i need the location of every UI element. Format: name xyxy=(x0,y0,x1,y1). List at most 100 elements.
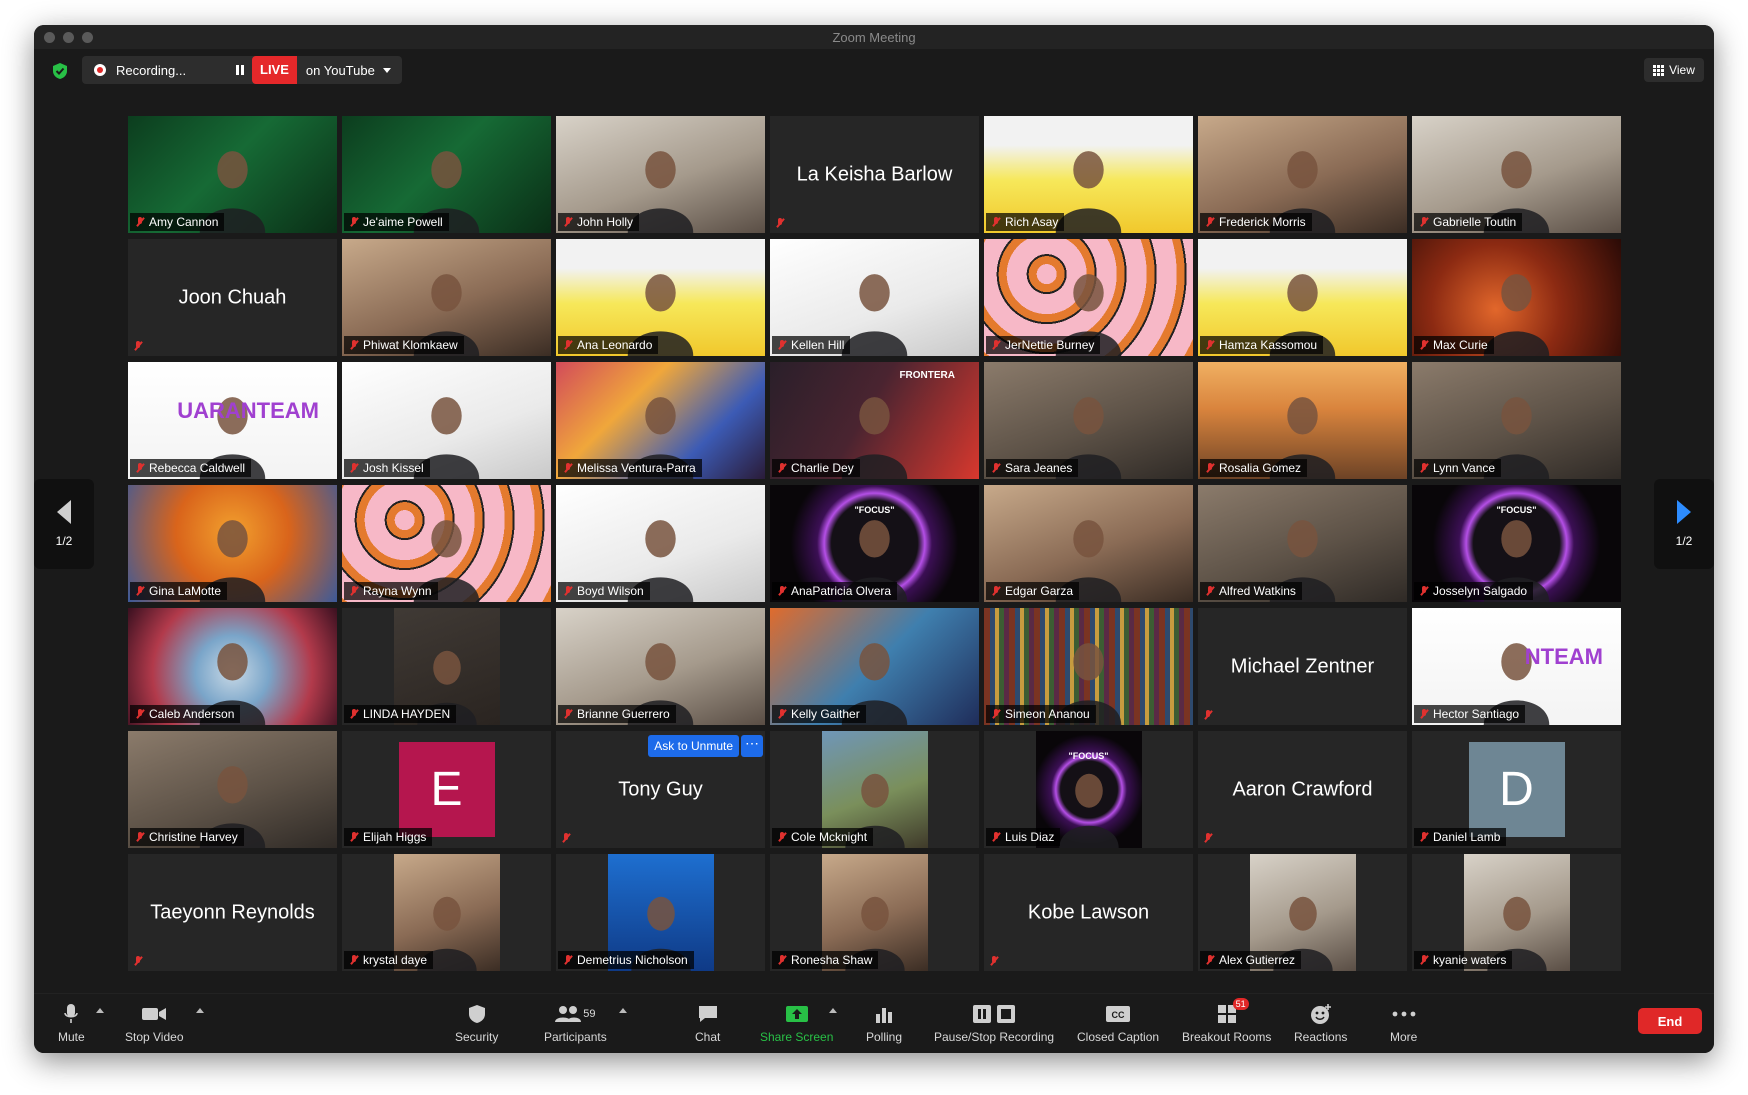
polling-button[interactable]: Polling xyxy=(866,1002,902,1044)
participant-tile[interactable]: Taeyonn Reynolds xyxy=(128,854,337,971)
pause-stop-recording-button[interactable]: Pause/Stop Recording xyxy=(934,1002,1054,1044)
participant-tile[interactable]: E Elijah Higgs xyxy=(342,731,551,848)
audio-options-caret-icon[interactable] xyxy=(96,1008,104,1013)
participant-tile[interactable]: Rayna Wynn xyxy=(342,485,551,602)
participant-tile[interactable]: FRONTERA Charlie Dey xyxy=(770,362,979,479)
participant-tile[interactable]: Alfred Watkins xyxy=(1198,485,1407,602)
share-options-caret-icon[interactable] xyxy=(829,1008,837,1013)
participant-tile[interactable]: Simeon Ananou xyxy=(984,608,1193,725)
participant-tile[interactable]: Frederick Morris xyxy=(1198,116,1407,233)
participant-tile[interactable]: LINDA HAYDEN xyxy=(342,608,551,725)
participant-tile[interactable]: Christine Harvey xyxy=(128,731,337,848)
closed-caption-button[interactable]: CC Closed Caption xyxy=(1077,1002,1159,1044)
background-logo-text: "FOCUS" xyxy=(854,505,895,515)
participant-tile[interactable]: JerNettie Burney xyxy=(984,239,1193,356)
participant-name: Simeon Ananou xyxy=(1005,707,1090,721)
muted-microphone-icon xyxy=(562,708,574,720)
closed-caption-icon: CC xyxy=(1105,1002,1131,1026)
muted-microphone-icon xyxy=(990,831,1002,843)
end-meeting-button[interactable]: End xyxy=(1638,1008,1702,1034)
chevron-down-icon[interactable] xyxy=(382,67,391,73)
video-options-caret-icon[interactable] xyxy=(196,1008,204,1013)
participant-tile[interactable]: Cole Mcknight xyxy=(770,731,979,848)
participant-tile[interactable]: "FOCUS" Luis Diaz xyxy=(984,731,1193,848)
participant-tile[interactable]: Ana Leonardo xyxy=(556,239,765,356)
participant-tile[interactable]: "FOCUS" Josselyn Salgado xyxy=(1412,485,1621,602)
pause-stop-icon xyxy=(971,1002,1017,1026)
microphone-icon xyxy=(63,1002,79,1026)
participant-tile[interactable]: Amy Cannon xyxy=(128,116,337,233)
security-button[interactable]: Security xyxy=(455,1002,498,1044)
minimize-window-button[interactable] xyxy=(63,32,74,43)
participant-more-options-button[interactable]: ⋯ xyxy=(741,735,763,757)
participant-tile[interactable]: Kobe Lawson xyxy=(984,854,1193,971)
participant-tile[interactable]: Edgar Garza xyxy=(984,485,1193,602)
view-button[interactable]: View xyxy=(1644,58,1704,82)
participant-tile[interactable]: Kellen Hill xyxy=(770,239,979,356)
participant-tile[interactable]: Alex Gutierrez xyxy=(1198,854,1407,971)
participant-tile[interactable]: Josh Kissel xyxy=(342,362,551,479)
participant-tile[interactable]: kyanie waters xyxy=(1412,854,1621,971)
participant-name: Rich Asay xyxy=(1005,215,1059,229)
participant-tile[interactable]: Rich Asay xyxy=(984,116,1193,233)
participant-tile[interactable]: Boyd Wilson xyxy=(556,485,765,602)
participant-tile[interactable]: NTEAM Hector Santiago xyxy=(1412,608,1621,725)
muted-microphone-icon xyxy=(776,339,788,351)
participant-nameplate: Hamza Kassomou xyxy=(1200,336,1324,354)
participant-tile[interactable]: Gina LaMotte xyxy=(128,485,337,602)
participant-tile[interactable]: Hamza Kassomou xyxy=(1198,239,1407,356)
participant-tile[interactable]: Caleb Anderson xyxy=(128,608,337,725)
share-screen-label: Share Screen xyxy=(760,1030,834,1044)
close-window-button[interactable] xyxy=(44,32,55,43)
participant-tile[interactable]: Lynn Vance xyxy=(1412,362,1621,479)
participant-tile[interactable]: Rosalia Gomez xyxy=(1198,362,1407,479)
participant-tile[interactable]: Tony Guy Ask to Unmute ⋯ xyxy=(556,731,765,848)
zoom-window-button[interactable] xyxy=(82,32,93,43)
participant-name: Rayna Wynn xyxy=(363,584,432,598)
share-screen-button[interactable]: Share Screen xyxy=(760,1002,833,1044)
participant-name: LINDA HAYDEN xyxy=(363,707,451,721)
participant-name: AnaPatricia Olvera xyxy=(791,584,892,598)
reactions-button[interactable]: Reactions xyxy=(1294,1002,1347,1044)
participant-tile[interactable]: La Keisha Barlow xyxy=(770,116,979,233)
participant-tile[interactable]: Sara Jeanes xyxy=(984,362,1193,479)
encryption-shield-icon[interactable] xyxy=(52,62,68,80)
participant-tile[interactable]: "FOCUS" AnaPatricia Olvera xyxy=(770,485,979,602)
breakout-rooms-button[interactable]: 51 Breakout Rooms xyxy=(1182,998,1271,1044)
participant-tile[interactable]: D Daniel Lamb xyxy=(1412,731,1621,848)
muted-microphone-icon xyxy=(348,216,360,228)
ask-to-unmute-button[interactable]: Ask to Unmute xyxy=(648,735,739,757)
more-button[interactable]: More xyxy=(1390,1002,1417,1044)
previous-page-button[interactable]: 1/2 xyxy=(34,479,94,569)
stop-video-button[interactable]: Stop Video xyxy=(125,1002,184,1044)
muted-microphone-icon xyxy=(562,339,574,351)
participant-nameplate: Lynn Vance xyxy=(1414,459,1502,477)
participant-tile[interactable]: Aaron Crawford xyxy=(1198,731,1407,848)
participant-tile[interactable]: Melissa Ventura-Parra xyxy=(556,362,765,479)
participant-nameplate: Alex Gutierrez xyxy=(1200,951,1302,969)
participants-button[interactable]: 59 Participants xyxy=(544,1002,607,1044)
chat-button[interactable]: Chat xyxy=(695,1002,720,1044)
participant-tile[interactable]: UARANTEAM Rebecca Caldwell xyxy=(128,362,337,479)
participant-tile[interactable]: Je'aime Powell xyxy=(342,116,551,233)
pause-recording-icon[interactable] xyxy=(235,65,245,75)
participant-tile[interactable]: Demetrius Nicholson xyxy=(556,854,765,971)
next-page-button[interactable]: 1/2 xyxy=(1654,479,1714,569)
participant-tile[interactable]: Phiwat Klomkaew xyxy=(342,239,551,356)
participant-tile[interactable]: Kelly Gaither xyxy=(770,608,979,725)
mute-button[interactable]: Mute xyxy=(58,1002,85,1044)
participant-tile[interactable]: krystal daye xyxy=(342,854,551,971)
participant-tile[interactable]: Gabrielle Toutin xyxy=(1412,116,1621,233)
muted-microphone-icon xyxy=(348,708,360,720)
participant-tile[interactable]: Brianne Guerrero xyxy=(556,608,765,725)
participants-options-caret-icon[interactable] xyxy=(619,1008,627,1013)
participant-tile[interactable]: Ronesha Shaw xyxy=(770,854,979,971)
participant-tile[interactable]: John Holly xyxy=(556,116,765,233)
participant-tile[interactable]: Max Curie xyxy=(1412,239,1621,356)
participant-tile[interactable]: Joon Chuah xyxy=(128,239,337,356)
participant-name: Lynn Vance xyxy=(1433,461,1496,475)
participant-name-display: Michael Zentner xyxy=(1230,655,1375,677)
participant-nameplate: Josh Kissel xyxy=(344,459,430,477)
live-stream-indicator[interactable]: LIVE on YouTube xyxy=(252,56,402,84)
participant-tile[interactable]: Michael Zentner xyxy=(1198,608,1407,725)
